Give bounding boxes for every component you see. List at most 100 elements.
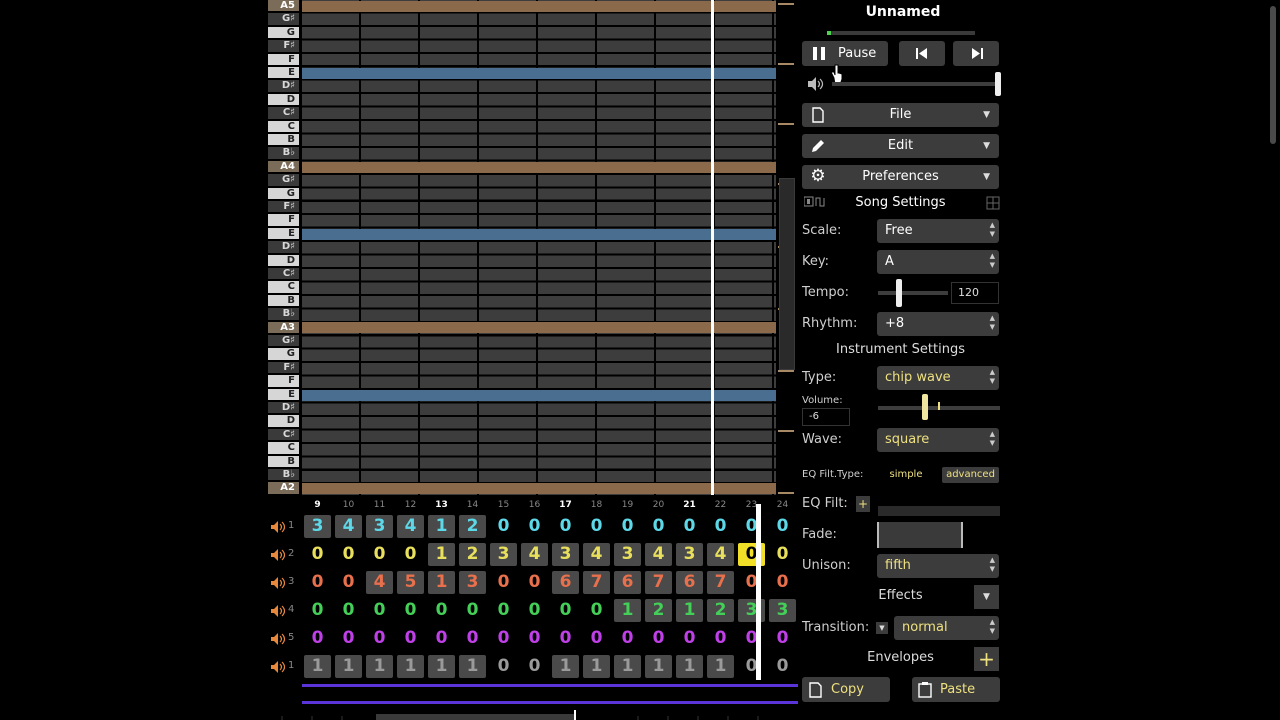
instrument-type-select[interactable]: chip wave ▲ ▼ <box>877 366 999 390</box>
pattern-cell[interactable]: 0 <box>583 515 610 538</box>
pattern-cell[interactable]: 3 <box>552 543 579 566</box>
piano-key[interactable]: A5 <box>268 0 299 13</box>
pattern-cell[interactable]: 2 <box>459 515 486 538</box>
pattern-cell[interactable]: 1 <box>552 655 579 678</box>
piano-key[interactable]: F <box>268 375 299 388</box>
piano-key[interactable]: C♯ <box>268 268 299 281</box>
pattern-cell[interactable]: 1 <box>645 655 672 678</box>
octave-scrollbar[interactable] <box>778 0 795 495</box>
pattern-cell[interactable]: 0 <box>428 599 455 622</box>
volume-slider-thumb[interactable] <box>922 394 928 420</box>
piano-key[interactable]: C♯ <box>268 428 299 442</box>
pattern-cell[interactable]: 1 <box>614 655 641 678</box>
piano-key[interactable]: E <box>268 227 299 241</box>
piano-key[interactable]: G♯ <box>268 174 299 187</box>
channel-mute-icon[interactable] <box>270 576 286 590</box>
pattern-cell[interactable]: 0 <box>521 599 548 622</box>
pattern-cell[interactable]: 0 <box>459 599 486 622</box>
piano-key[interactable]: E <box>268 388 299 401</box>
pattern-cell[interactable]: 3 <box>459 571 486 594</box>
pattern-cell[interactable]: 0 <box>769 627 796 650</box>
loop-bar[interactable] <box>302 684 798 687</box>
piano-key[interactable]: E <box>268 67 299 80</box>
piano-key[interactable]: F <box>268 214 299 227</box>
pattern-cell[interactable]: 0 <box>769 571 796 594</box>
pattern-cell[interactable]: 1 <box>428 571 455 594</box>
pattern-cell[interactable]: 0 <box>552 599 579 622</box>
pattern-cell[interactable]: 0 <box>490 571 517 594</box>
preferences-menu[interactable]: ⚙ Preferences ▼ <box>802 165 999 189</box>
eq-filter-display[interactable] <box>878 506 1000 516</box>
pattern-cell[interactable]: 1 <box>304 655 331 678</box>
pattern-cell[interactable]: 0 <box>366 627 393 650</box>
pattern-cell[interactable]: 0 <box>335 543 362 566</box>
pattern-cell[interactable]: 5 <box>397 571 424 594</box>
pattern-cell[interactable]: 1 <box>459 655 486 678</box>
pattern-cell[interactable]: 0 <box>397 599 424 622</box>
pattern-cell[interactable]: 4 <box>521 543 548 566</box>
piano-key[interactable]: G♯ <box>268 13 299 26</box>
piano-key[interactable]: D♯ <box>268 402 299 415</box>
song-title[interactable]: Unnamed <box>802 4 1004 20</box>
tempo-slider-thumb[interactable] <box>896 279 902 307</box>
pattern-cell[interactable]: 7 <box>645 571 672 594</box>
piano-key[interactable]: A2 <box>268 482 299 495</box>
unison-select[interactable]: fifth ▲ ▼ <box>877 554 999 578</box>
pattern-cell[interactable]: 0 <box>583 627 610 650</box>
piano-keyboard[interactable]: A5 G♯ G F♯ F E D♯ D C♯ C B B♭ A4 G♯ G F♯ F E D♯ D C♯ C B B♭ A3 G♯… <box>268 0 300 495</box>
pattern-cell[interactable]: 4 <box>583 543 610 566</box>
timeline-scrollbar[interactable] <box>268 708 798 720</box>
piano-key[interactable]: F <box>268 53 299 66</box>
channel-mute-icon[interactable] <box>270 632 286 646</box>
rhythm-select[interactable]: +8 ▲ ▼ <box>877 312 999 336</box>
pattern-cell[interactable]: 1 <box>707 655 734 678</box>
pattern-cell[interactable]: 2 <box>459 543 486 566</box>
pattern-cell[interactable]: 0 <box>335 599 362 622</box>
eq-advanced-tab[interactable]: advanced <box>942 467 999 483</box>
piano-key[interactable]: G <box>268 187 299 200</box>
pattern-cell[interactable]: 0 <box>490 599 517 622</box>
piano-key[interactable]: B♭ <box>268 308 299 321</box>
master-volume-thumb[interactable] <box>995 72 1001 96</box>
pattern-cell[interactable]: 4 <box>707 543 734 566</box>
wave-select[interactable]: square ▲ ▼ <box>877 428 999 452</box>
pattern-cell[interactable]: 0 <box>614 515 641 538</box>
eq-simple-tab[interactable]: simple <box>880 467 932 483</box>
pattern-cell[interactable]: 0 <box>490 627 517 650</box>
piano-key[interactable]: C♯ <box>268 107 299 120</box>
piano-key[interactable]: G <box>268 348 299 361</box>
pattern-cell[interactable]: 4 <box>366 571 393 594</box>
pattern-cell[interactable]: 0 <box>614 627 641 650</box>
pattern-cell[interactable]: 0 <box>397 543 424 566</box>
piano-key[interactable]: C <box>268 120 299 133</box>
pattern-cell[interactable]: 4 <box>645 543 672 566</box>
pattern-cell[interactable]: 1 <box>676 655 703 678</box>
pattern-cell[interactable]: 0 <box>645 627 672 650</box>
piano-key[interactable]: B <box>268 294 299 308</box>
pattern-cell[interactable]: 1 <box>583 655 610 678</box>
loop-bar-lower[interactable] <box>302 701 798 704</box>
volume-input[interactable]: -6 <box>802 408 850 426</box>
pattern-cell[interactable]: 1 <box>335 655 362 678</box>
previous-bar-button[interactable] <box>899 41 945 66</box>
piano-key[interactable]: G <box>268 26 299 40</box>
pattern-cell[interactable]: 0 <box>552 627 579 650</box>
effects-dropdown-button[interactable]: ▼ <box>974 585 999 609</box>
pattern-cell[interactable]: 1 <box>676 599 703 622</box>
scale-select[interactable]: Free ▲ ▼ <box>877 219 999 243</box>
pattern-cell[interactable]: 0 <box>335 571 362 594</box>
octave-scroll-thumb[interactable] <box>779 178 795 370</box>
pattern-cell[interactable]: 0 <box>490 515 517 538</box>
piano-key[interactable]: B♭ <box>268 147 299 160</box>
channel-mute-icon[interactable] <box>270 520 286 534</box>
pattern-cell[interactable]: 0 <box>366 543 393 566</box>
pattern-cell[interactable]: 1 <box>614 599 641 622</box>
pattern-cell[interactable]: 1 <box>428 515 455 538</box>
piano-key[interactable]: F♯ <box>268 40 299 53</box>
piano-key[interactable]: C <box>268 442 299 455</box>
pattern-cell[interactable]: 6 <box>552 571 579 594</box>
pattern-cell[interactable]: 0 <box>769 655 796 678</box>
pattern-cell[interactable]: 3 <box>366 515 393 538</box>
channel-mute-icon[interactable] <box>270 548 286 562</box>
pattern-cell[interactable]: 0 <box>335 627 362 650</box>
